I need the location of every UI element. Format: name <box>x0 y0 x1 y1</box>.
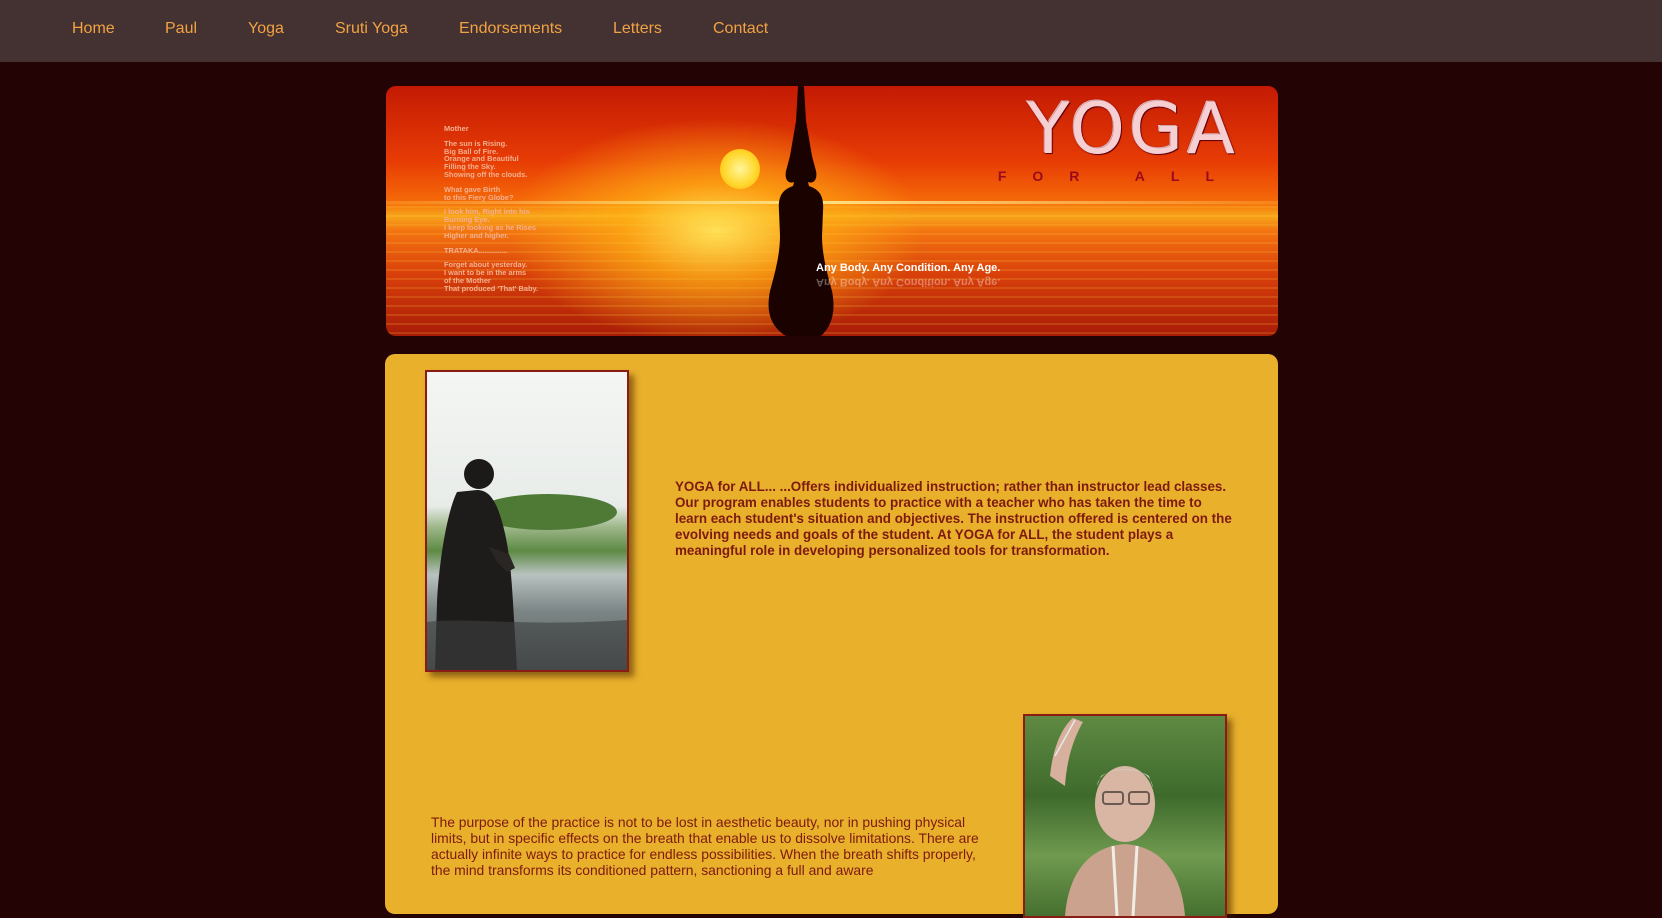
poem-line: to this Fiery Globe? <box>444 192 514 202</box>
poem-line: TRATAKA.............. <box>444 245 508 255</box>
meditation-photo <box>425 370 629 672</box>
nav-letters-link[interactable]: Letters <box>613 20 662 38</box>
teacher-photo <box>1023 714 1227 918</box>
person-silhouette-icon <box>427 459 627 670</box>
content-panel: YOGA for ALL... ...Offers individualized… <box>385 354 1278 918</box>
nav-home-link[interactable]: Home <box>72 20 115 38</box>
portrait-icon <box>1050 718 1185 916</box>
nav-yoga-link[interactable]: Yoga <box>248 20 284 38</box>
silhouette-figure-icon <box>768 86 834 336</box>
banner-tagline-reflection: Any Body. Any Condition. Any Age. <box>816 276 1001 288</box>
poem-line: Showing off the clouds. <box>444 169 528 179</box>
poem-line: That produced 'That' Baby. <box>444 283 539 293</box>
nav-sruti-yoga-link[interactable]: Sruti Yoga <box>335 20 408 38</box>
yoga-logo-subtitle: FOR ALL <box>997 168 1240 184</box>
nav-contact-link[interactable]: Contact <box>713 20 768 38</box>
intro-paragraph: YOGA for ALL... ...Offers individualized… <box>675 479 1232 558</box>
nav-paul-link[interactable]: Paul <box>165 20 197 38</box>
nav-endorsements-link[interactable]: Endorsements <box>459 20 562 38</box>
banner-tagline: Any Body. Any Condition. Any Age. <box>816 262 1001 274</box>
yoga-logo: YOGA <box>1026 88 1240 170</box>
purpose-paragraph: The purpose of the practice is not to be… <box>431 814 979 878</box>
header-banner: Mother The sun is Rising. Big Ball of Fi… <box>386 86 1278 336</box>
top-nav: Home Paul Yoga Sruti Yoga Endorsements L… <box>0 0 1662 62</box>
poem-title: Mother <box>444 124 469 133</box>
poem-line: Higher and higher. <box>444 230 509 240</box>
poem-text: Mother The sun is Rising. Big Ball of Fi… <box>444 125 594 293</box>
